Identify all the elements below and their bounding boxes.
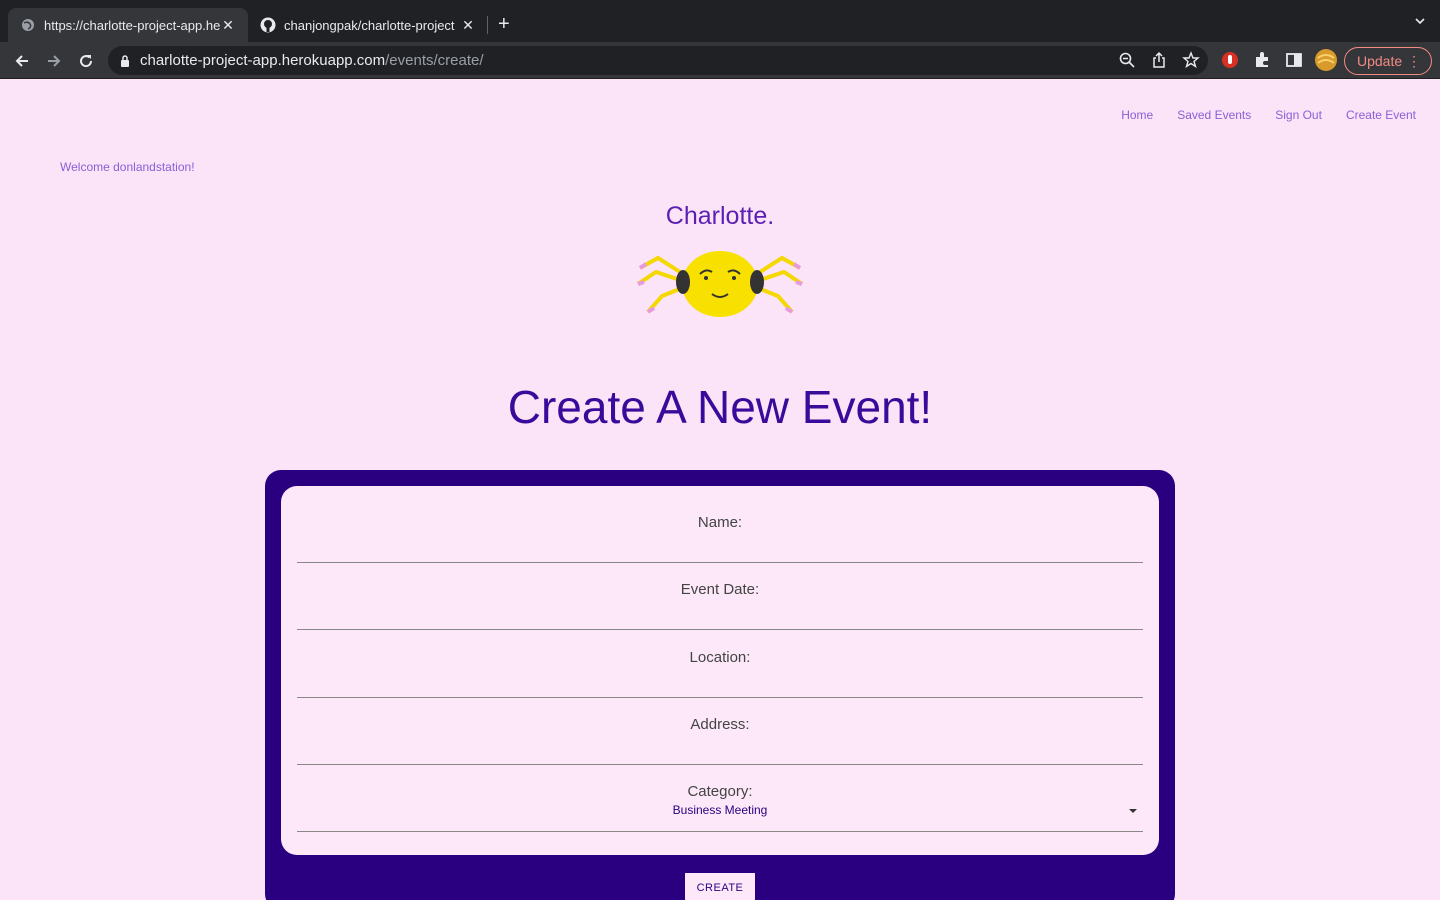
- address-bar[interactable]: charlotte-project-app.herokuapp.com/even…: [108, 46, 1208, 75]
- share-icon[interactable]: [1150, 51, 1168, 74]
- sidepanel-icon[interactable]: [1284, 50, 1304, 70]
- tab-title: chanjongpak/charlotte-project: [284, 17, 455, 33]
- lock-icon[interactable]: [120, 54, 130, 67]
- close-icon[interactable]: ✕: [460, 17, 476, 34]
- nav-saved-events[interactable]: Saved Events: [1177, 108, 1251, 122]
- url-path: /events/create/: [385, 52, 484, 69]
- brand-name: Charlotte.: [665, 202, 775, 230]
- event-date-field[interactable]: Event Date:: [297, 563, 1143, 630]
- dropdown-caret-icon[interactable]: [1129, 809, 1137, 813]
- category-label: Category:: [687, 783, 753, 800]
- globe-icon: [20, 17, 36, 33]
- welcome-message: Welcome donlandstation!: [60, 160, 195, 174]
- back-icon[interactable]: [11, 50, 33, 72]
- create-button[interactable]: CREATE: [685, 873, 755, 900]
- update-label: Update: [1357, 53, 1403, 69]
- close-icon[interactable]: ✕: [220, 17, 236, 34]
- reload-icon[interactable]: [75, 50, 97, 72]
- tab-title: https://charlotte-project-app.herokuapp.…: [44, 17, 220, 33]
- tab-github[interactable]: chanjongpak/charlotte-project ✕: [248, 8, 488, 42]
- name-field[interactable]: Name:: [297, 496, 1143, 563]
- address-label: Address:: [690, 716, 750, 733]
- avatar[interactable]: [1315, 49, 1337, 71]
- chevron-down-icon[interactable]: [1414, 14, 1426, 32]
- tab-charlotte[interactable]: https://charlotte-project-app.herokuapp.…: [8, 8, 248, 42]
- extension-red-icon[interactable]: [1220, 50, 1240, 70]
- name-label: Name:: [697, 514, 743, 531]
- nav-sign-out[interactable]: Sign Out: [1275, 108, 1322, 122]
- url-host: charlotte-project-app.herokuapp.com: [140, 52, 386, 69]
- page-title: Create A New Event!: [507, 381, 933, 433]
- date-input-underline: [297, 629, 1143, 630]
- star-icon[interactable]: [1182, 51, 1200, 74]
- site-nav: Home Saved Events Sign Out Create Event: [1121, 108, 1416, 122]
- more-icon[interactable]: ⋮: [1407, 53, 1421, 70]
- category-value[interactable]: Business Meeting: [297, 803, 1143, 817]
- new-tab-icon[interactable]: +: [498, 12, 510, 36]
- puzzle-icon[interactable]: [1252, 50, 1272, 70]
- category-select[interactable]: Category: Business Meeting: [297, 765, 1143, 832]
- address-field[interactable]: Address:: [297, 698, 1143, 765]
- update-button[interactable]: Update ⋮: [1344, 47, 1432, 75]
- event-date-label: Event Date:: [680, 581, 760, 598]
- browser-toolbar: charlotte-project-app.herokuapp.com/even…: [0, 42, 1440, 79]
- spider-logo: [636, 244, 804, 325]
- form-card: Name: Event Date: Location: Address: Cat…: [281, 486, 1159, 855]
- forward-icon[interactable]: [43, 50, 65, 72]
- github-icon: [260, 17, 276, 33]
- zoom-icon[interactable]: [1118, 51, 1136, 74]
- create-event-form: Name: Event Date: Location: Address: Cat…: [265, 470, 1175, 900]
- tab-bar: https://charlotte-project-app.herokuapp.…: [0, 0, 1440, 42]
- nav-home[interactable]: Home: [1121, 108, 1153, 122]
- category-underline: [297, 831, 1143, 832]
- nav-create-event[interactable]: Create Event: [1346, 108, 1416, 122]
- location-label: Location:: [689, 649, 751, 666]
- tab-separator: [487, 16, 488, 34]
- location-field[interactable]: Location:: [297, 631, 1143, 698]
